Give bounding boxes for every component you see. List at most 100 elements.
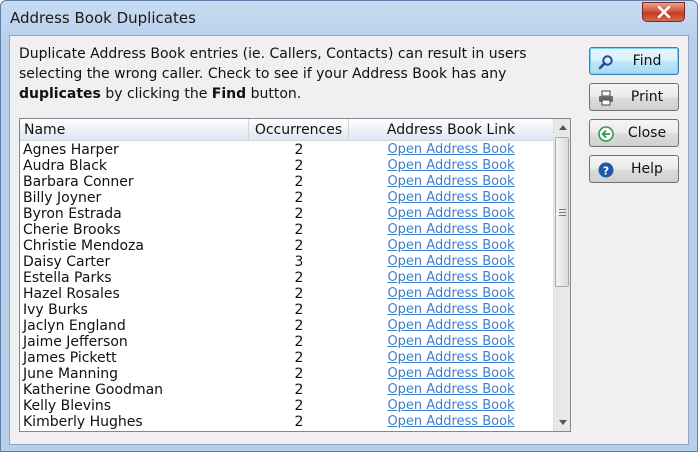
row-name: June Manning [23,366,118,382]
vertical-scrollbar[interactable] [553,119,570,431]
row-name: Ivy Burks [23,302,88,318]
open-address-book-link[interactable]: Open Address Book [351,238,551,254]
row-name: Kimberly Hughes [23,414,143,430]
table-row[interactable]: Ivy Burks 2 Open Address Book [20,302,553,318]
row-occurrences: 2 [294,334,304,350]
row-name: Cherie Brooks [23,222,121,238]
description-part: by clicking the [100,86,212,102]
row-occurrences: 2 [294,238,304,254]
svg-text:?: ? [603,164,609,177]
open-address-book-link[interactable]: Open Address Book [351,158,551,174]
column-header-occurrences[interactable]: Occurrences [249,119,349,141]
description-bold-find: Find [211,86,247,102]
table-row[interactable]: Jaclyn England 2 Open Address Book [20,318,553,334]
open-address-book-link[interactable]: Open Address Book [351,270,551,286]
row-occurrences: 2 [294,158,304,174]
open-address-book-link[interactable]: Open Address Book [351,254,551,270]
close-icon [657,6,670,18]
print-button[interactable]: Print [589,83,679,111]
magnifier-icon [597,53,615,71]
close-button[interactable]: Close [589,119,679,147]
table-row[interactable]: Katherine Goodman 2 Open Address Book [20,382,553,398]
table-row[interactable]: Christie Mendoza 2 Open Address Book [20,238,553,254]
open-address-book-link[interactable]: Open Address Book [351,174,551,190]
row-name: Audra Black [23,158,107,174]
print-button-label: Print [630,89,664,105]
open-address-book-link[interactable]: Open Address Book [351,334,551,350]
row-occurrences: 2 [294,318,304,334]
scroll-down-button[interactable] [554,414,570,431]
table-row[interactable]: Byron Estrada 2 Open Address Book [20,206,553,222]
row-occurrences: 2 [294,286,304,302]
table-row[interactable]: June Manning 2 Open Address Book [20,366,553,382]
row-occurrences: 2 [294,222,304,238]
row-name: Estella Parks [23,270,112,286]
find-button-label: Find [632,53,662,69]
dialog-window: Address Book Duplicates Duplicate Addres… [0,0,698,452]
description-text: Duplicate Address Book entries (ie. Call… [19,44,574,104]
row-occurrences: 2 [294,350,304,366]
row-name: Barbara Conner [23,174,134,190]
open-address-book-link[interactable]: Open Address Book [351,302,551,318]
open-address-book-link[interactable]: Open Address Book [351,350,551,366]
find-button[interactable]: Find [589,47,679,75]
help-icon: ? [597,161,615,179]
scroll-up-button[interactable] [554,119,570,136]
row-name: James Pickett [23,350,117,366]
row-occurrences: 2 [294,174,304,190]
open-address-book-link[interactable]: Open Address Book [351,142,551,158]
close-button-label: Close [627,125,667,141]
open-address-book-link[interactable]: Open Address Book [351,398,551,414]
title-bar[interactable]: Address Book Duplicates [1,1,697,35]
open-address-book-link[interactable]: Open Address Book [351,222,551,238]
row-name: Christie Mendoza [23,238,144,254]
table-row[interactable]: Jaime Jefferson 2 Open Address Book [20,334,553,350]
open-address-book-link[interactable]: Open Address Book [351,190,551,206]
table-row[interactable]: Kimberly Hughes 2 Open Address Book [20,414,553,430]
scroll-thumb[interactable] [555,137,569,287]
table-row[interactable]: James Pickett 2 Open Address Book [20,350,553,366]
row-name: Jaclyn England [23,318,126,334]
open-address-book-link[interactable]: Open Address Book [351,286,551,302]
column-header-link[interactable]: Address Book Link [349,119,553,141]
row-occurrences: 2 [294,398,304,414]
open-address-book-link[interactable]: Open Address Book [351,414,551,430]
table-row[interactable]: Audra Black 2 Open Address Book [20,158,553,174]
column-header-name[interactable]: Name [20,119,249,141]
grid-rows: Agnes Harper 2 Open Address Book Audra Blac… [20,142,553,430]
row-occurrences: 2 [294,414,304,430]
table-row[interactable]: Kelly Blevins 2 Open Address Book [20,398,553,414]
table-row[interactable]: Barbara Conner 2 Open Address Book [20,174,553,190]
row-occurrences: 2 [294,270,304,286]
help-button[interactable]: ? Help [589,155,679,183]
duplicates-grid[interactable]: Name Occurrences Address Book Link Agnes… [19,118,571,432]
open-address-book-link[interactable]: Open Address Book [351,382,551,398]
row-name: Byron Estrada [23,206,122,222]
row-name: Hazel Rosales [23,286,120,302]
row-name: Billy Joyner [23,190,102,206]
table-row[interactable]: Billy Joyner 2 Open Address Book [20,190,553,206]
back-arrow-icon [597,125,615,143]
row-occurrences: 2 [294,142,304,158]
table-row[interactable]: Agnes Harper 2 Open Address Book [20,142,553,158]
description-bold-duplicates: duplicates [19,86,101,102]
description-part: button. [246,86,302,102]
table-row[interactable]: Daisy Carter 3 Open Address Book [20,254,553,270]
row-occurrences: 3 [294,254,304,270]
table-row[interactable]: Estella Parks 2 Open Address Book [20,270,553,286]
description-part: Duplicate Address Book entries (ie. Call… [19,46,527,82]
grip-icon [558,208,566,216]
row-occurrences: 2 [294,206,304,222]
row-occurrences: 2 [294,366,304,382]
open-address-book-link[interactable]: Open Address Book [351,366,551,382]
help-button-label: Help [631,161,663,177]
table-row[interactable]: Hazel Rosales 2 Open Address Book [20,286,553,302]
open-address-book-link[interactable]: Open Address Book [351,206,551,222]
table-row[interactable]: Cherie Brooks 2 Open Address Book [20,222,553,238]
row-name: Katherine Goodman [23,382,164,398]
arrow-up-icon [558,125,567,130]
window-close-button[interactable] [642,2,685,22]
arrow-down-icon [558,420,567,425]
printer-icon [597,89,615,107]
open-address-book-link[interactable]: Open Address Book [351,318,551,334]
